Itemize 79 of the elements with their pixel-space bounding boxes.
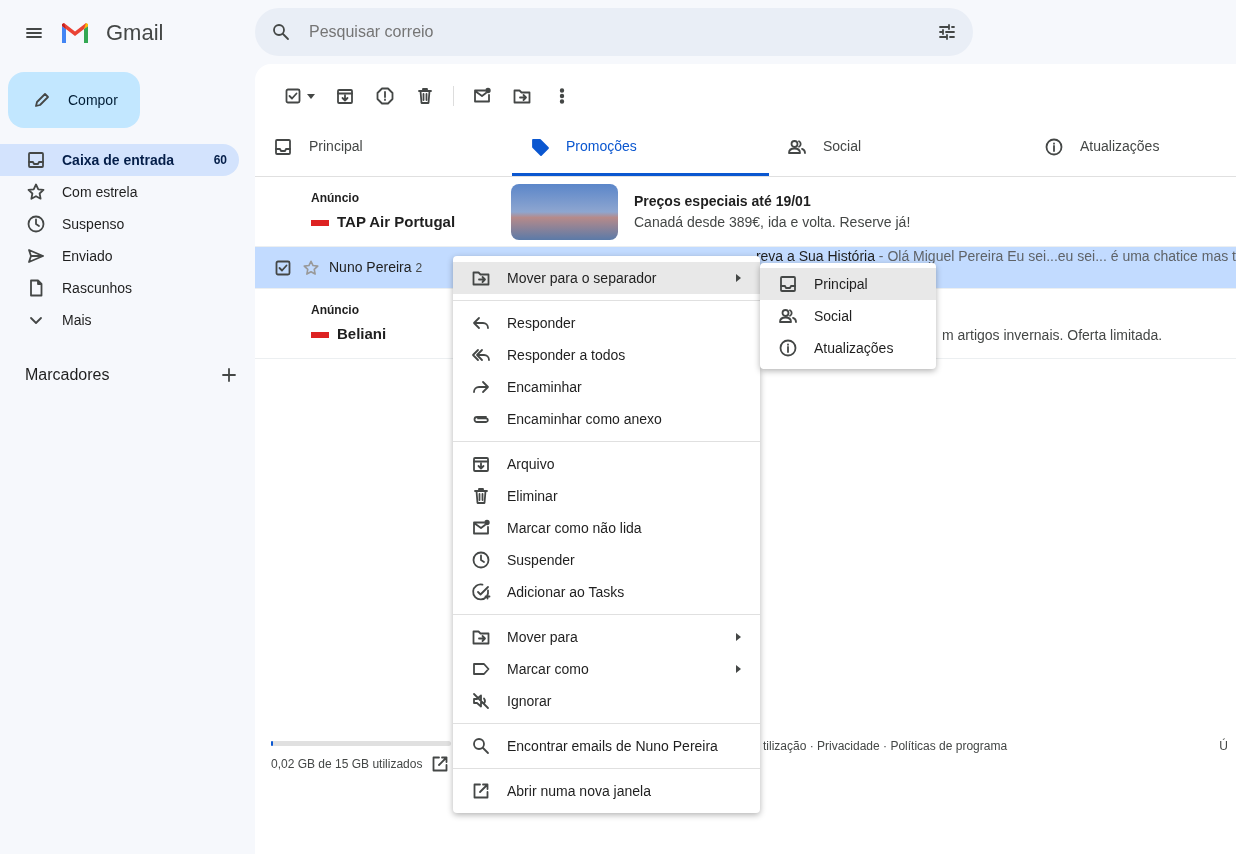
archive-icon xyxy=(335,86,355,106)
menu-item[interactable]: Ignorar xyxy=(453,685,760,717)
sidebar-item[interactable]: Com estrela xyxy=(0,176,239,208)
search-icon xyxy=(271,22,291,42)
email-snippet: Canadá desde 389€, ida e volta. Reserve já! xyxy=(634,212,911,232)
footer-text: Ú xyxy=(1219,737,1228,755)
sidebar-item[interactable]: Caixa de entrada 60 xyxy=(0,144,239,176)
inbox-icon xyxy=(26,150,46,170)
search-icon xyxy=(471,736,491,756)
logo-icon xyxy=(311,329,329,340)
info-icon xyxy=(1044,136,1064,157)
sidebar-item[interactable]: Mais xyxy=(0,304,239,336)
menu-item[interactable]: Responder xyxy=(453,307,760,339)
inbox-icon xyxy=(273,136,293,157)
tab[interactable]: Principal xyxy=(255,120,512,176)
menu-item[interactable]: Adicionar ao Tasks xyxy=(453,576,760,608)
add-label-button[interactable] xyxy=(219,365,239,385)
plus-icon xyxy=(219,365,239,385)
menu-item[interactable]: Abrir numa nova janela xyxy=(453,775,760,807)
filter-options-icon xyxy=(937,22,957,42)
app-name: Gmail xyxy=(106,18,164,47)
email-preview: reva a Sua História - Olá Miguel Pereira Eu sei...eu sei... é uma chatice mas t xyxy=(755,248,1236,265)
menu-item[interactable]: Mover para o separador xyxy=(453,262,760,294)
caret-icon xyxy=(307,93,315,99)
caret-icon xyxy=(734,273,742,283)
clock-icon xyxy=(26,214,46,234)
task-add-icon xyxy=(471,582,491,602)
send-icon xyxy=(26,246,46,266)
sender-name: TAP Air Portugal xyxy=(337,212,456,233)
menu-item[interactable]: Mover para xyxy=(453,621,760,653)
sender-name: Nuno Pereira xyxy=(329,259,412,275)
trash-icon xyxy=(415,86,435,106)
menu-item[interactable]: Responder a todos xyxy=(453,339,760,371)
inbox-icon xyxy=(778,274,798,294)
pencil-icon xyxy=(32,90,52,110)
sender-name: Beliani xyxy=(337,324,387,345)
muted-speaker-icon xyxy=(471,691,491,711)
logo-icon xyxy=(311,217,329,228)
sidebar-item[interactable]: Enviado xyxy=(0,240,239,272)
star-icon xyxy=(26,182,46,202)
thread-count: 2 xyxy=(415,261,423,275)
search-bar[interactable]: Pesquisar correio xyxy=(255,8,973,56)
compose-button[interactable]: Compor xyxy=(8,72,140,128)
sidebar-item[interactable]: Suspenso xyxy=(0,208,239,240)
menu-item[interactable]: Encaminhar como anexo xyxy=(453,403,760,435)
alert-icon xyxy=(375,86,395,106)
star-icon[interactable] xyxy=(301,258,321,277)
info-icon xyxy=(778,338,798,358)
caret-icon xyxy=(734,632,742,642)
menu-item[interactable]: Marcar como não lida xyxy=(453,512,760,544)
menu-item[interactable]: Suspender xyxy=(453,544,760,576)
menu-item[interactable]: Marcar como xyxy=(453,653,760,685)
menu-item[interactable]: Encontrar emails de Nuno Pereira xyxy=(453,730,760,762)
tag-icon xyxy=(530,136,550,157)
gmail-logo-icon xyxy=(60,21,90,43)
caret-icon xyxy=(734,664,742,674)
menu-item[interactable]: Atualizações xyxy=(760,332,936,364)
menu-item[interactable]: Encaminhar xyxy=(453,371,760,403)
sidebar-item[interactable]: Rascunhos xyxy=(0,272,239,304)
ad-tag: Anúncio xyxy=(311,189,511,208)
menu-item[interactable]: Arquivo xyxy=(453,448,760,480)
storage-text: 0,02 GB de 15 GB utilizados xyxy=(271,756,423,773)
checkbox-icon xyxy=(283,86,303,106)
email-subject: Preços especiais até 19/01 xyxy=(634,191,812,211)
people-icon xyxy=(778,306,798,326)
menu-item[interactable]: Eliminar xyxy=(453,480,760,512)
search-input[interactable]: Pesquisar correio xyxy=(307,19,921,45)
archive-icon xyxy=(471,454,491,474)
menu-item[interactable]: Principal xyxy=(760,268,936,300)
menu-item[interactable]: Social xyxy=(760,300,936,332)
footer-links[interactable]: tilização · Privacidade · Políticas de programa xyxy=(763,737,1008,774)
tab[interactable]: Atualizações xyxy=(1026,120,1236,176)
tab[interactable]: Promoções xyxy=(512,120,769,176)
section-heading: Marcadores xyxy=(25,365,110,385)
external-link-icon xyxy=(471,781,491,801)
clock-icon xyxy=(471,550,491,570)
trash-icon xyxy=(471,486,491,506)
email-snippet: m artigos invernais. Oferta limitada. xyxy=(942,326,1163,345)
tab[interactable]: Social xyxy=(769,120,1026,176)
